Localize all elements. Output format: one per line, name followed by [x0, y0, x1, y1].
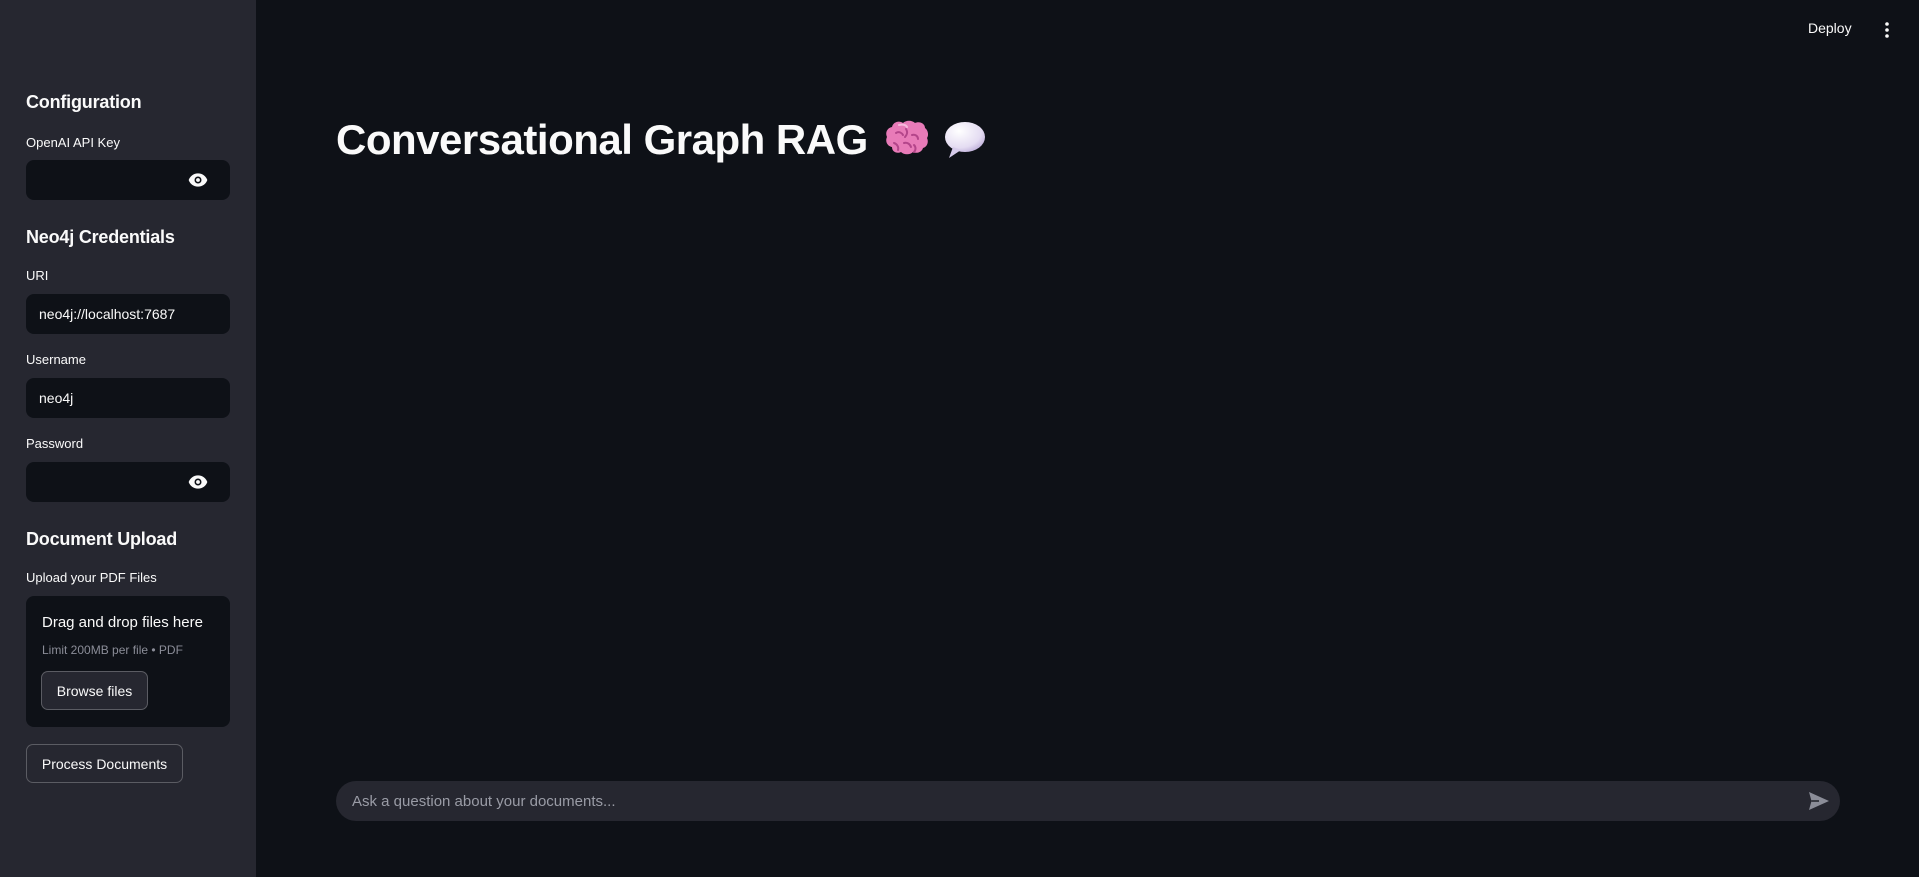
uri-label: URI: [26, 268, 49, 283]
uri-value: neo4j://localhost:7687: [39, 306, 176, 322]
neo4j-credentials-heading: Neo4j Credentials: [26, 227, 175, 247]
sidebar: Configuration OpenAI API Key Neo4j Crede…: [0, 0, 256, 877]
uri-field[interactable]: neo4j://localhost:7687: [26, 294, 230, 334]
deploy-button[interactable]: Deploy: [1808, 20, 1852, 36]
more-vertical-icon[interactable]: [1880, 21, 1894, 39]
brain-emoji-icon: [886, 120, 928, 155]
page-title: Conversational Graph RAG: [336, 116, 988, 164]
document-upload-heading: Document Upload: [26, 529, 178, 549]
show-password-eye-icon[interactable]: [188, 474, 208, 490]
password-label: Password: [26, 436, 84, 451]
username-label: Username: [26, 352, 86, 367]
app-root: Configuration OpenAI API Key Neo4j Crede…: [0, 0, 1919, 877]
send-icon[interactable]: [1808, 791, 1830, 811]
dropzone-limit: Limit 200MB per file • PDF: [42, 643, 183, 657]
username-field[interactable]: neo4j: [26, 378, 230, 418]
show-password-eye-icon[interactable]: [188, 172, 208, 188]
configuration-heading: Configuration: [26, 92, 142, 112]
chat-input[interactable]: [352, 781, 1772, 821]
dropzone-instruction: Drag and drop files here: [42, 614, 203, 631]
page-title-text: Conversational Graph RAG: [336, 116, 868, 163]
password-field[interactable]: [26, 462, 230, 502]
username-value: neo4j: [39, 390, 74, 406]
speech-bubble-emoji-icon: [944, 122, 985, 158]
openai-key-label: OpenAI API Key: [26, 135, 120, 150]
upload-label: Upload your PDF Files: [26, 570, 157, 585]
file-dropzone[interactable]: Drag and drop files here Limit 200MB per…: [26, 596, 230, 727]
openai-key-field[interactable]: [26, 160, 230, 200]
browse-files-button[interactable]: Browse files: [41, 671, 148, 710]
chat-input-bar: [336, 781, 1840, 821]
process-documents-button[interactable]: Process Documents: [26, 744, 183, 783]
